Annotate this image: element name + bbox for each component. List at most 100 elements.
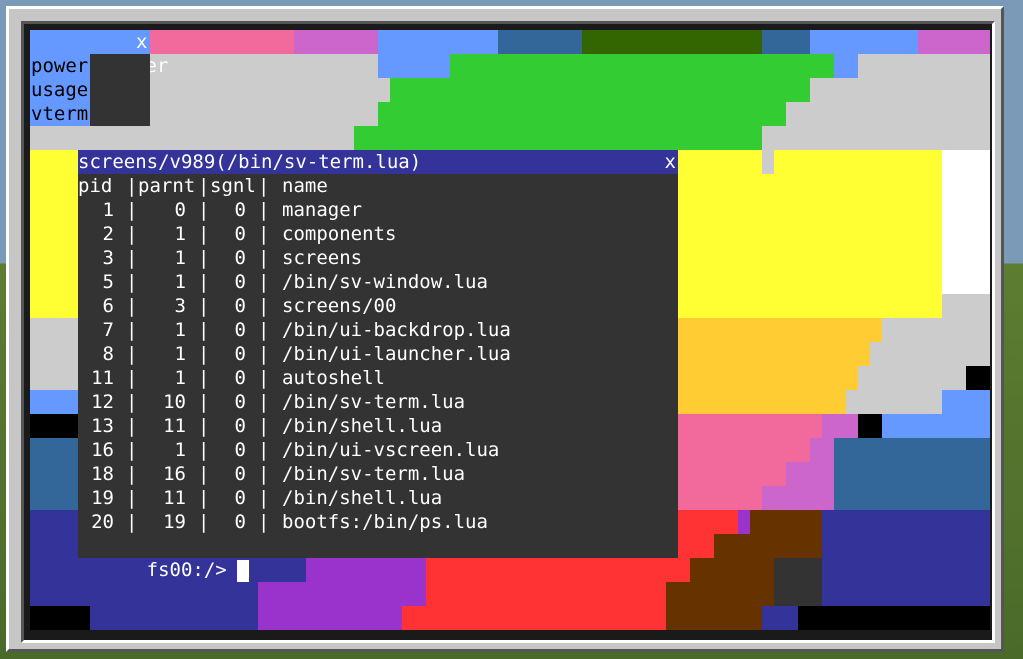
launcher-item-usage[interactable]: usage xyxy=(30,78,90,102)
process-name: screens/00 xyxy=(282,295,397,317)
process-table-header: pid | parnt | sgnl | name xyxy=(78,174,678,198)
launcher-item-power[interactable]: power xyxy=(30,54,90,78)
process-name: autoshell xyxy=(282,367,385,389)
header-pid: pid xyxy=(78,175,113,197)
column-separator: | xyxy=(126,175,138,197)
launcher-menu: power usage vterm xyxy=(30,54,150,126)
column-separator: | xyxy=(258,295,270,317)
column-separator: | xyxy=(126,223,138,245)
process-pid: 20 xyxy=(91,511,114,533)
process-pid: 16 xyxy=(91,439,114,461)
terminal-title: screens/v989(/bin/sv-term.lua) xyxy=(78,151,422,173)
column-separator: | xyxy=(258,199,270,221)
column-separator: | xyxy=(126,391,138,413)
column-separator: | xyxy=(198,391,210,413)
column-separator: | xyxy=(126,463,138,485)
column-separator: | xyxy=(126,415,138,437)
process-name: /bin/ui-vscreen.lua xyxy=(282,439,500,461)
process-pid: 8 xyxy=(102,343,114,365)
column-separator: | xyxy=(198,343,210,365)
process-row: 18 16 0/bin/sv-term.lua | | | xyxy=(78,462,678,486)
column-separator: | xyxy=(258,247,270,269)
column-separator: | xyxy=(126,487,138,509)
column-separator: | xyxy=(258,271,270,293)
process-row: 8 1 0/bin/ui-launcher.lua | | | xyxy=(78,342,678,366)
column-separator: | xyxy=(126,439,138,461)
process-row: 20 19 0 bootfs:/bin/ps.lua | | | xyxy=(78,510,678,534)
process-table: 1 0 0 manager | | | 2 1 0 components | | | 3 1 0 screens |… xyxy=(78,198,678,534)
header-sgnl: sgnl xyxy=(210,175,256,197)
column-separator: | xyxy=(258,319,270,341)
process-row: 1 0 0 manager | | | xyxy=(78,198,678,222)
process-name: screens xyxy=(282,247,363,269)
process-pid: 3 xyxy=(102,247,114,269)
process-pid: 5 xyxy=(102,271,114,293)
process-name: /bin/ui-launcher.lua xyxy=(282,343,511,365)
column-separator: | xyxy=(126,199,138,221)
header-parnt: parnt xyxy=(138,175,196,197)
process-row: 16 1 0/bin/ui-vscreen.lua | | | xyxy=(78,438,678,462)
process-pid: 11 xyxy=(91,367,114,389)
terminal-titlebar[interactable]: screens/v989(/bin/sv-term.lua) x xyxy=(78,150,678,174)
column-separator: | xyxy=(258,439,270,461)
shell-prompt[interactable]: fs00:/> xyxy=(78,534,249,582)
column-separator: | xyxy=(126,319,138,341)
process-name: /bin/sv-term.lua xyxy=(282,463,466,485)
column-separator: | xyxy=(258,487,270,509)
process-pid: 7 xyxy=(102,319,114,341)
process-name: /bin/sv-window.lua xyxy=(282,271,488,293)
column-separator: | xyxy=(198,463,210,485)
process-name: /bin/shell.lua xyxy=(282,487,443,509)
terminal-window[interactable]: screens/v989(/bin/sv-term.lua) x pid | p… xyxy=(78,150,678,582)
column-separator: | xyxy=(198,175,210,197)
process-row: 5 1 0/bin/sv-window.lua | | | xyxy=(78,270,678,294)
process-row: 3 1 0 screens | | | xyxy=(78,246,678,270)
column-separator: | xyxy=(126,271,138,293)
column-separator: | xyxy=(258,415,270,437)
process-row: 13 11 0/bin/shell.lua | | | xyxy=(78,414,678,438)
process-name: components xyxy=(282,223,397,245)
column-separator: | xyxy=(258,223,270,245)
text-cursor xyxy=(236,559,249,582)
column-separator: | xyxy=(126,367,138,389)
launcher-close-button[interactable]: x xyxy=(136,30,147,54)
column-separator: | xyxy=(198,319,210,341)
launcher-item-vterm[interactable]: vterm xyxy=(30,102,90,126)
column-separator: | xyxy=(258,343,270,365)
process-row: 11 1 0 autoshell | | | xyxy=(78,366,678,390)
process-name: /bin/ui-backdrop.lua xyxy=(282,319,511,341)
column-separator: | xyxy=(126,511,138,533)
process-pid: 18 xyxy=(91,463,114,485)
process-row: 7 1 0/bin/ui-backdrop.lua | | | xyxy=(78,318,678,342)
process-row: 6 3 0 screens/00 | | | xyxy=(78,294,678,318)
process-name: /bin/sv-term.lua xyxy=(282,391,466,413)
column-separator: | xyxy=(126,295,138,317)
header-name: name xyxy=(282,175,328,197)
column-separator: | xyxy=(198,271,210,293)
column-separator: | xyxy=(198,247,210,269)
column-separator: | xyxy=(258,511,270,533)
column-separator: | xyxy=(198,223,210,245)
column-separator: | xyxy=(258,175,270,197)
prompt-text: fs00:/> xyxy=(146,559,227,581)
process-row: 19 11 0/bin/shell.lua | | | xyxy=(78,486,678,510)
process-pid: 2 xyxy=(102,223,114,245)
column-separator: | xyxy=(258,463,270,485)
column-separator: | xyxy=(258,367,270,389)
process-pid: 6 xyxy=(102,295,114,317)
column-separator: | xyxy=(198,487,210,509)
process-name: manager xyxy=(282,199,363,221)
process-name: bootfs:/bin/ps.lua xyxy=(282,511,488,533)
column-separator: | xyxy=(198,511,210,533)
process-pid: 13 xyxy=(91,415,114,437)
process-row: 2 1 0 components | | | xyxy=(78,222,678,246)
terminal-output: pid | parnt | sgnl | name 1 0 0 manager | | | 2… xyxy=(78,174,678,534)
column-separator: | xyxy=(198,415,210,437)
process-pid: 19 xyxy=(91,487,114,509)
launcher-titlebar[interactable]: Launcher xyxy=(30,30,168,77)
terminal-close-button[interactable]: x xyxy=(665,150,676,174)
column-separator: | xyxy=(126,343,138,365)
process-pid: 1 xyxy=(102,199,114,221)
column-separator: | xyxy=(258,391,270,413)
column-separator: | xyxy=(198,439,210,461)
